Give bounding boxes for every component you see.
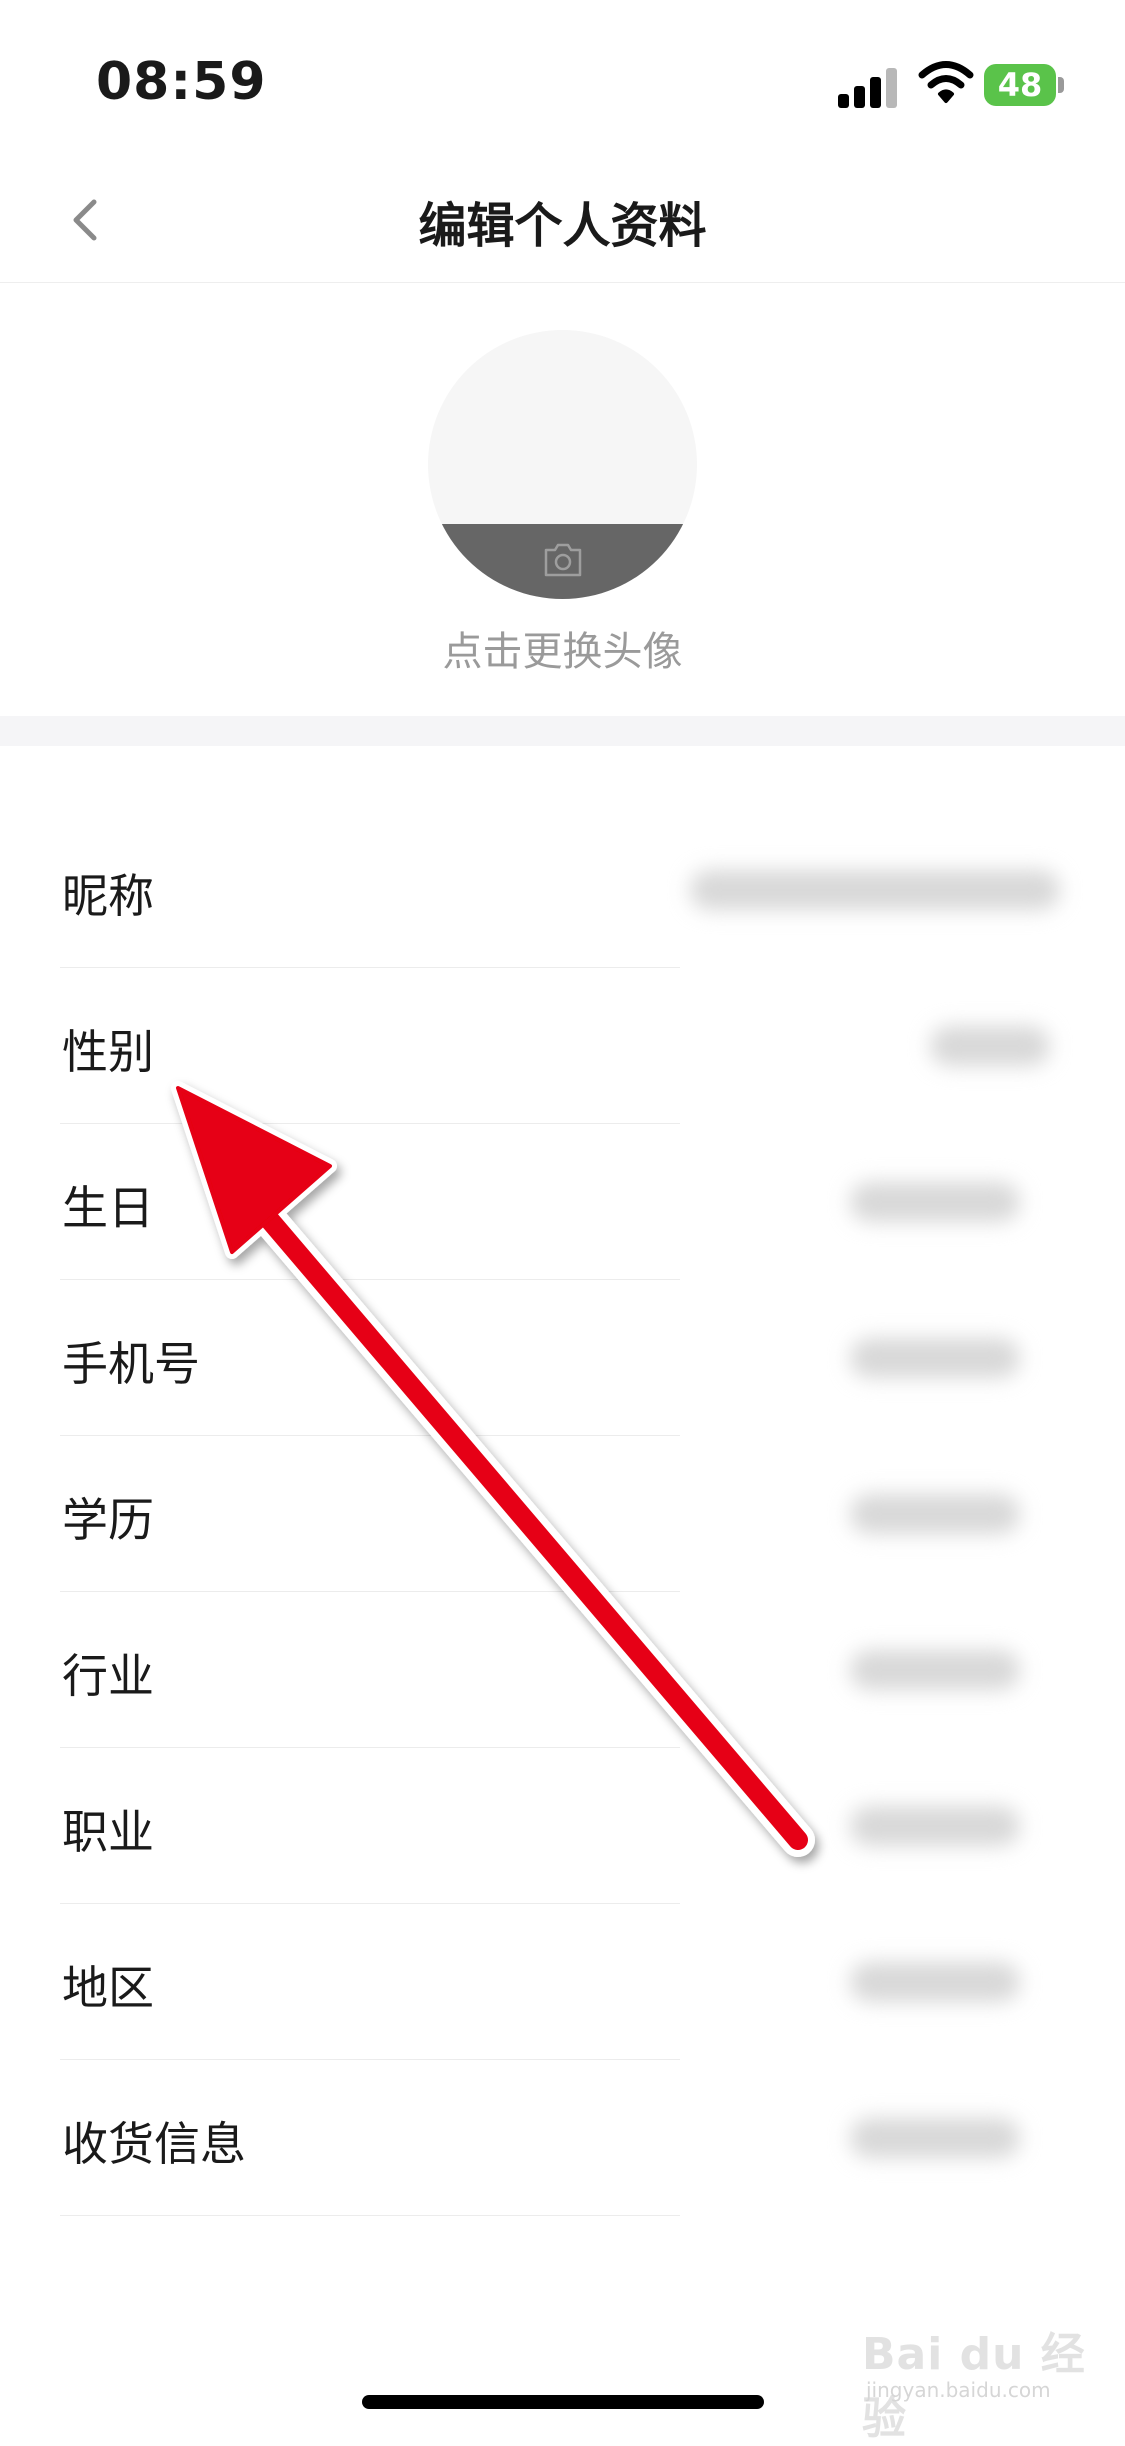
- battery-icon: 48: [984, 64, 1066, 106]
- field-label: 手机号: [62, 1337, 200, 1391]
- field-label: 昵称: [62, 869, 154, 923]
- field-label: 性别: [62, 1025, 154, 1079]
- signal-icon: [838, 66, 900, 108]
- wifi-icon: [918, 61, 974, 103]
- blurred-value: [690, 870, 1060, 910]
- page-title: 编辑个人资料: [418, 198, 707, 254]
- field-label: 行业: [62, 1649, 154, 1703]
- nav-bar: 编辑个人资料: [0, 160, 1125, 283]
- avatar-section: 点击更换头像: [0, 283, 1125, 716]
- blurred-value: [850, 2118, 1020, 2158]
- camera-icon: [544, 543, 582, 577]
- avatar-overlay: [428, 524, 697, 599]
- field-label: 生日: [62, 1181, 154, 1235]
- blurred-value: [850, 1494, 1020, 1534]
- field-row-shipping[interactable]: 收货信息: [0, 2060, 1125, 2216]
- field-row-birthday[interactable]: 生日: [0, 1124, 1125, 1280]
- field-label: 职业: [62, 1805, 154, 1859]
- field-row-occupation[interactable]: 职业: [0, 1748, 1125, 1904]
- field-label: 收货信息: [62, 2117, 246, 2171]
- change-avatar-hint[interactable]: 点击更换头像: [0, 619, 1125, 677]
- battery-level: 48: [984, 64, 1056, 106]
- field-row-phone[interactable]: 手机号: [0, 1280, 1125, 1436]
- blurred-value: [850, 1338, 1020, 1378]
- blurred-value: [850, 1650, 1020, 1690]
- blurred-value: [850, 1962, 1020, 2002]
- home-indicator[interactable]: [362, 2395, 764, 2409]
- field-row-gender[interactable]: 性别: [0, 968, 1125, 1124]
- avatar[interactable]: [428, 330, 697, 599]
- blurred-value: [930, 1026, 1050, 1066]
- blurred-value: [850, 1806, 1020, 1846]
- field-label: 学历: [62, 1493, 154, 1547]
- status-time: 08:59: [96, 52, 267, 112]
- blurred-value: [850, 1182, 1020, 1222]
- field-label: 地区: [62, 1961, 154, 2015]
- profile-field-list: 昵称 性别 生日 手机号 学历 行业 职业 地区 收货信息: [0, 812, 1125, 2216]
- field-row-region[interactable]: 地区: [0, 1904, 1125, 2060]
- status-bar: 08:59 48: [0, 0, 1125, 160]
- field-row-industry[interactable]: 行业: [0, 1592, 1125, 1748]
- section-divider: [0, 716, 1125, 746]
- field-row-nickname[interactable]: 昵称: [0, 812, 1125, 968]
- field-row-education[interactable]: 学历: [0, 1436, 1125, 1592]
- watermark-url: jingyan.baidu.com: [866, 2378, 1051, 2402]
